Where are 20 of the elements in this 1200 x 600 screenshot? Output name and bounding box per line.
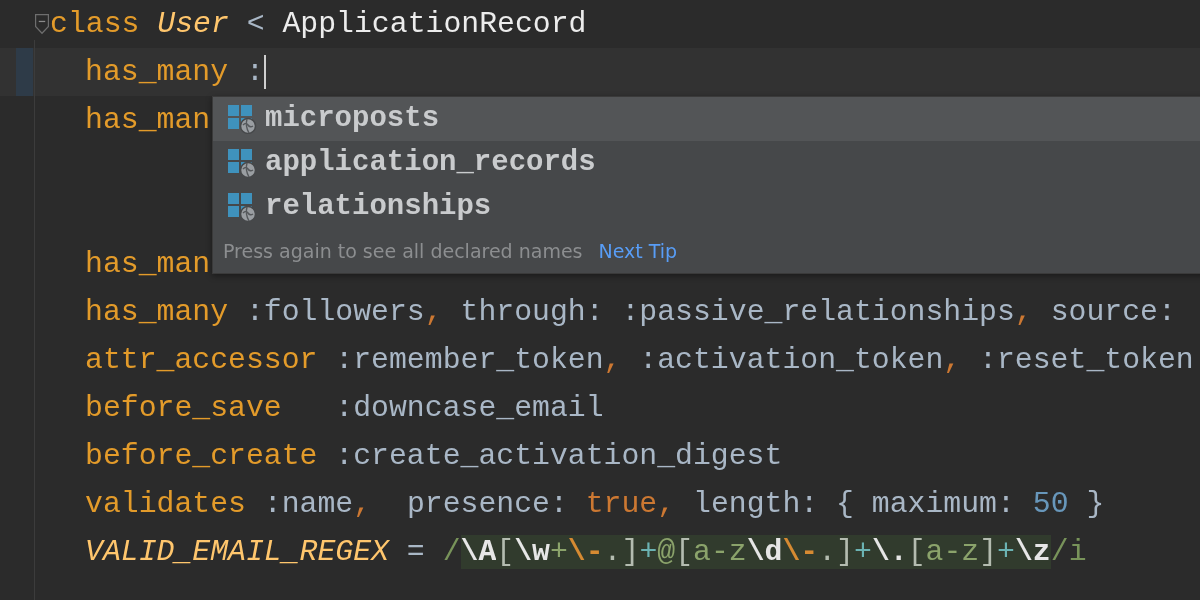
- code-line: class User < ApplicationRecord: [50, 5, 587, 43]
- code-line: validates :name, presence: true, length: { maximum: 50 }: [85, 485, 1105, 523]
- table-globe-icon: [227, 104, 257, 134]
- completion-item[interactable]: microposts: [213, 97, 1200, 141]
- fold-icon[interactable]: [34, 13, 50, 35]
- text-cursor: [263, 55, 266, 89]
- completion-item[interactable]: relationships: [213, 185, 1200, 229]
- table-globe-icon: [227, 192, 257, 222]
- hint-text: Press again to see all declared names: [223, 238, 583, 264]
- code-line: VALID_EMAIL_REGEX = /\A[\w+\-.]+@[a-z\d\-.]+\.[a-z]+\z/i: [85, 533, 1087, 571]
- completion-item[interactable]: application_records: [213, 141, 1200, 185]
- code-line: before_save :downcase_email: [85, 389, 604, 427]
- code-line: has_man: [85, 245, 211, 283]
- code-line: before_create :create_activation_digest: [85, 437, 783, 475]
- next-tip-link[interactable]: Next Tip: [598, 236, 678, 266]
- code-line: has_man: [85, 101, 211, 139]
- code-line: has_many :followers, through: :passive_relationships, source:: [85, 293, 1176, 331]
- code-line: attr_accessor :remember_token, :activation_token, :reset_token: [85, 341, 1194, 379]
- code-line: has_many :: [85, 53, 264, 91]
- table-globe-icon: [227, 148, 257, 178]
